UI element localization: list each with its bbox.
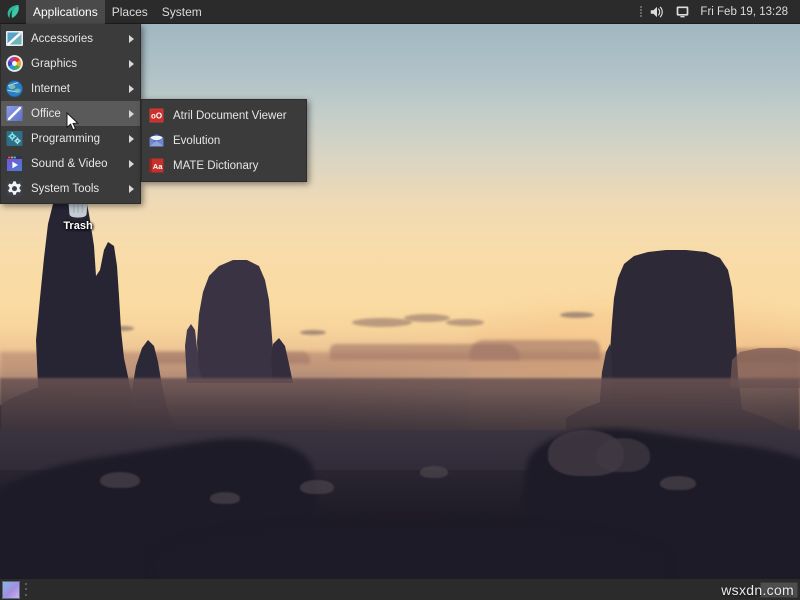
menu-applications[interactable]: Applications [26,0,105,24]
top-panel: Applications Places System [0,0,800,24]
submenu-arrow-icon [129,185,134,193]
submenu-arrow-icon [129,60,134,68]
office-submenu: oO Atril Document Viewer Evolution [141,99,307,182]
panel-menubar: Applications Places System [26,0,209,24]
cloud [352,318,412,327]
sound-video-icon [5,154,24,173]
display-icon[interactable] [671,0,693,24]
submenu-item-mate-dictionary[interactable]: Aa MATE Dictionary [142,153,306,178]
menu-item-label: Sound & Video [31,158,129,170]
internet-icon [5,79,24,98]
svg-text:Aa: Aa [153,162,163,171]
svg-text:oO: oO [151,111,162,120]
show-desktop-icon[interactable] [2,581,20,599]
watermark: wsxdn.com [721,582,794,598]
clock[interactable]: Fri Feb 19, 13:28 [696,6,794,18]
bush [420,466,448,478]
menu-places-label: Places [112,0,148,24]
submenu-item-label: Atril Document Viewer [173,110,287,122]
mouse-cursor [66,112,80,137]
desktop-icon-label: Trash [63,220,92,232]
menu-item-label: Office [31,108,129,120]
bottom-panel [0,578,800,600]
menu-applications-label: Applications [33,0,98,24]
mate-logo-icon[interactable] [0,0,26,24]
drag-grip-icon[interactable] [638,5,643,19]
bush [210,492,240,504]
evolution-icon [148,132,165,149]
middle-butte [185,238,335,383]
submenu-item-evolution[interactable]: Evolution [142,128,306,153]
submenu-arrow-icon [129,85,134,93]
submenu-arrow-icon [129,135,134,143]
office-icon [5,104,24,123]
notification-tray: Fri Feb 19, 13:28 [638,0,800,24]
bush [660,476,696,490]
menu-places[interactable]: Places [105,0,155,24]
atril-icon: oO [148,107,165,124]
accessories-icon [5,29,24,48]
submenu-arrow-icon [129,35,134,43]
cloud [446,319,484,326]
menu-system[interactable]: System [155,0,209,24]
submenu-item-label: MATE Dictionary [173,160,258,172]
bush [596,438,650,472]
menu-item-label: Internet [31,83,129,95]
bush [100,472,140,488]
menu-item-graphics[interactable]: Graphics [1,51,140,76]
window-list[interactable] [29,579,760,600]
system-tools-icon [5,179,24,198]
submenu-arrow-icon [129,110,134,118]
submenu-item-label: Evolution [173,135,220,147]
submenu-item-atril-document-viewer[interactable]: oO Atril Document Viewer [142,103,306,128]
menu-item-label: Graphics [31,58,129,70]
menu-system-label: System [162,0,202,24]
programming-icon [5,129,24,148]
menu-item-system-tools[interactable]: System Tools [1,176,140,201]
menu-item-internet[interactable]: Internet [1,76,140,101]
menu-item-label: Programming [31,133,129,145]
menu-item-accessories[interactable]: Accessories [1,26,140,51]
bush [300,480,334,494]
cloud [404,314,450,322]
mate-dictionary-icon: Aa [148,157,165,174]
graphics-icon [5,54,24,73]
menu-item-sound-video[interactable]: Sound & Video [1,151,140,176]
submenu-arrow-icon [129,160,134,168]
menu-item-label: Accessories [31,33,129,45]
volume-icon[interactable] [646,0,668,24]
menu-item-label: System Tools [31,183,129,195]
desktop-screen: Trash Applications Places System [0,0,800,600]
